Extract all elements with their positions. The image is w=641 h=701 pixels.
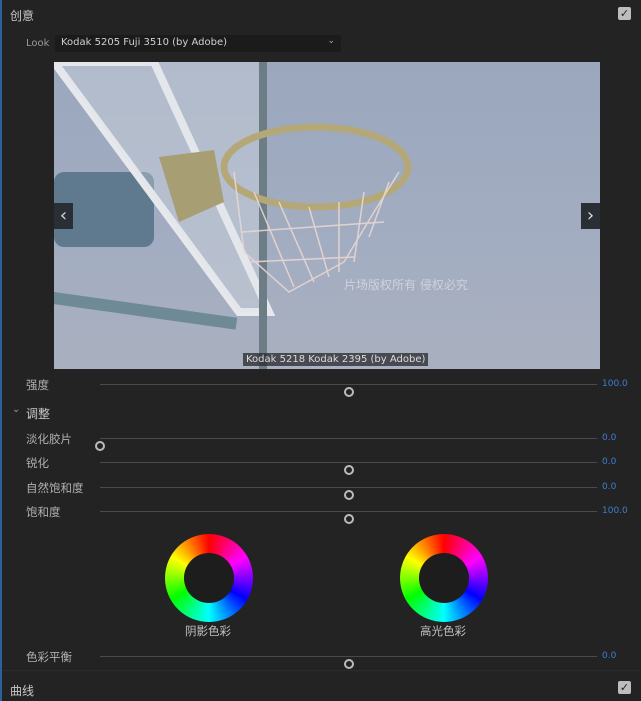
slider-intensity[interactable]: 强度 100.0 <box>0 376 641 397</box>
slider-value[interactable]: 0.0 <box>602 651 616 661</box>
slider-color-balance[interactable]: 色彩平衡 0.0 <box>0 648 641 669</box>
slider-handle[interactable] <box>95 441 105 451</box>
slider-faded-film[interactable]: 淡化胶片 0.0 <box>0 430 641 451</box>
panel-focus-edge <box>0 0 2 701</box>
section-divider <box>2 670 641 671</box>
slider-saturation[interactable]: 饱和度 100.0 <box>0 503 641 524</box>
creative-enable-checkbox[interactable]: ✓ <box>618 7 631 20</box>
slider-track[interactable] <box>100 462 597 475</box>
slider-handle[interactable] <box>343 514 354 524</box>
slider-vibrance[interactable]: 自然饱和度 0.0 <box>0 479 641 500</box>
highlight-tint-wheel[interactable] <box>400 534 488 622</box>
chevron-down-icon[interactable]: ⌄ <box>12 404 20 415</box>
slider-value[interactable]: 0.0 <box>602 457 616 467</box>
slider-handle[interactable] <box>343 659 354 669</box>
section-title-adjust[interactable]: 调整 <box>26 405 50 422</box>
slider-label: 锐化 <box>26 456 49 470</box>
slider-label: 色彩平衡 <box>26 650 72 664</box>
slider-value[interactable]: 0.0 <box>602 433 616 443</box>
slider-track[interactable] <box>100 384 597 397</box>
slider-handle[interactable] <box>343 465 354 475</box>
section-title-curves[interactable]: 曲线 <box>10 682 34 699</box>
chevron-left-icon: ‹ <box>59 205 68 226</box>
slider-track[interactable] <box>95 438 597 451</box>
slider-handle[interactable] <box>343 387 354 397</box>
slider-label: 饱和度 <box>26 505 61 519</box>
shadow-tint-wheel[interactable] <box>165 534 253 622</box>
slider-track[interactable] <box>100 487 597 500</box>
slider-track[interactable] <box>100 511 597 524</box>
look-value: Kodak 5205 Fuji 3510 (by Adobe) <box>61 37 228 48</box>
slider-value[interactable]: 0.0 <box>602 482 616 492</box>
chevron-right-icon: › <box>586 205 595 226</box>
slider-value[interactable]: 100.0 <box>602 506 628 516</box>
slider-label: 强度 <box>26 378 49 392</box>
look-label: Look <box>26 38 50 49</box>
chevron-down-icon: ⌄ <box>327 36 335 46</box>
next-look-button[interactable]: › <box>581 203 600 229</box>
look-preview[interactable]: 片场版权所有 侵权必究 ‹ › Kodak 5218 Kodak 2395 (b… <box>54 62 600 369</box>
slider-value[interactable]: 100.0 <box>602 379 628 389</box>
highlight-tint-label: 高光色彩 <box>420 624 466 638</box>
slider-handle[interactable] <box>343 490 354 500</box>
section-title-creative[interactable]: 创意 <box>10 7 34 24</box>
slider-track[interactable] <box>100 656 597 669</box>
preview-look-name: Kodak 5218 Kodak 2395 (by Adobe) <box>243 353 429 366</box>
curves-enable-checkbox[interactable]: ✓ <box>618 681 631 694</box>
previous-look-button[interactable]: ‹ <box>54 203 73 229</box>
watermark: 片场版权所有 侵权必究 <box>344 278 468 292</box>
look-dropdown[interactable]: Kodak 5205 Fuji 3510 (by Adobe) ⌄ <box>55 35 341 52</box>
slider-sharpen[interactable]: 锐化 0.0 <box>0 454 641 475</box>
slider-label: 淡化胶片 <box>26 432 72 446</box>
shadow-tint-label: 阴影色彩 <box>185 624 231 638</box>
slider-label: 自然饱和度 <box>26 481 84 495</box>
preview-image <box>54 62 412 369</box>
